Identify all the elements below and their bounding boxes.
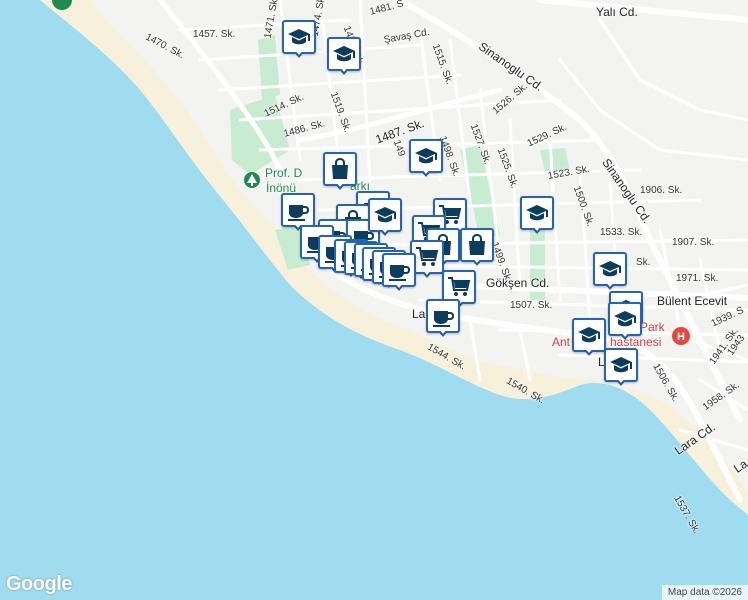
street-label-s-1906: 1906. Sk. xyxy=(640,185,683,196)
poi-marker-cafe[interactable] xyxy=(281,193,315,231)
poi-marker-school[interactable] xyxy=(327,37,361,75)
graduation-cap-icon xyxy=(572,318,606,352)
poi-marker-shopping[interactable] xyxy=(460,228,494,266)
street-label-s-yali: Yalı Cd. xyxy=(596,5,638,19)
poi-marker-school[interactable] xyxy=(409,139,443,177)
poi-marker-school[interactable] xyxy=(282,20,316,58)
map-attribution[interactable]: Map data ©2026 xyxy=(661,585,748,600)
street-label-s-bulent: Bülent Ecevit xyxy=(657,294,728,308)
poi-marker-school[interactable] xyxy=(368,198,402,236)
poi-marker-school[interactable] xyxy=(520,196,554,234)
poi-marker-school[interactable] xyxy=(608,302,642,340)
street-label-s-1533: 1533. Sk. xyxy=(600,227,643,238)
graduation-cap-icon xyxy=(368,198,402,232)
poi-marker-cafe[interactable] xyxy=(426,299,460,337)
graduation-cap-icon xyxy=(409,139,443,173)
street-label-s-goksen: Gökşen Cd. xyxy=(486,276,550,290)
graduation-cap-icon xyxy=(593,252,627,286)
graduation-cap-icon xyxy=(520,196,554,230)
coffee-cup-icon xyxy=(281,193,315,227)
graduation-cap-icon xyxy=(604,348,638,382)
street-label-s-sk: Sk. xyxy=(636,257,651,268)
place-label-p-ant: Ant xyxy=(552,335,571,349)
poi-marker-school[interactable] xyxy=(593,252,627,290)
graduation-cap-icon xyxy=(282,20,316,54)
place-label-p-prof: Prof. D xyxy=(265,166,303,180)
shopping-bag-icon xyxy=(460,228,494,262)
place-label-p-hast: hastanesi xyxy=(610,335,662,349)
street-label-s-1507: 1507. Sk. xyxy=(510,300,553,311)
street-label-s-1907: 1907. Sk. xyxy=(672,237,715,248)
poi-marker-school[interactable] xyxy=(572,318,606,356)
street-label-s-1457: 1457. Sk. xyxy=(193,29,236,40)
coffee-cup-icon xyxy=(426,299,460,333)
svg-text:H: H xyxy=(677,331,685,343)
map-canvas[interactable]: H Yalı Cd. 1457. Sk. 1470. Sk. 1471. Sk. 147… xyxy=(0,0,748,600)
place-label-p-park: Park xyxy=(640,320,665,334)
poi-marker-cafe[interactable] xyxy=(382,253,416,291)
graduation-cap-icon xyxy=(327,37,361,71)
coffee-cup-icon xyxy=(382,253,416,287)
poi-marker-school[interactable] xyxy=(604,348,638,386)
shopping-bag-icon xyxy=(323,152,357,186)
google-logo: Google xyxy=(6,573,72,595)
street-label-s-1971: 1971. Sk. xyxy=(676,273,719,284)
poi-marker-shopping[interactable] xyxy=(323,152,357,190)
graduation-cap-icon xyxy=(608,302,642,336)
